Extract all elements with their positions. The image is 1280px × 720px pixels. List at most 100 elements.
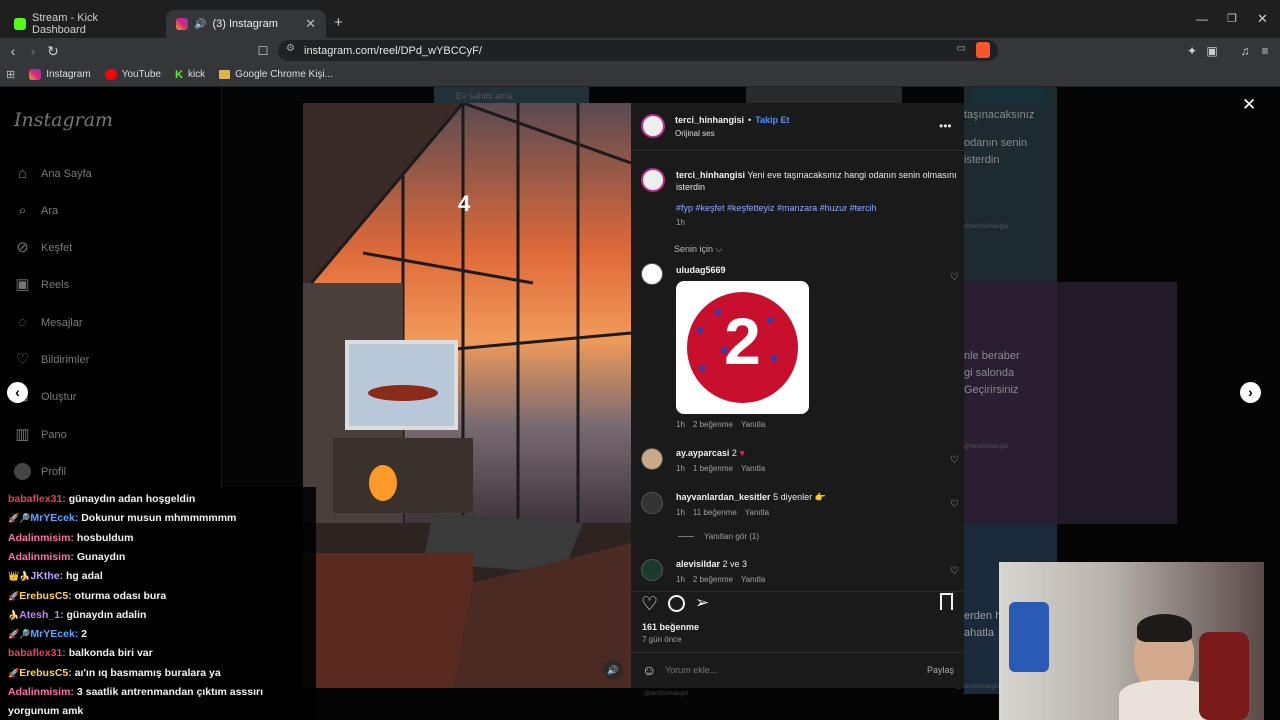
caption-username[interactable]: terci_hinhangisi <box>676 170 745 180</box>
bookmark-instagram[interactable]: Instagram <box>29 69 91 80</box>
chat-username[interactable]: ErebusC5: <box>19 667 72 679</box>
blue-heart-icon: ♥ <box>698 361 706 376</box>
blue-heart-icon: ♥ <box>714 305 722 320</box>
next-post-icon[interactable]: › <box>1240 382 1261 403</box>
chat-text: Dokunur musun mhmmmmmm <box>81 512 237 525</box>
nav-explore[interactable]: ⊘ Keşfet <box>14 239 72 256</box>
bookmark-kick[interactable]: K kick <box>175 69 205 81</box>
reply-button[interactable]: Yanıtla <box>745 508 769 517</box>
reload-icon[interactable]: ↻ <box>44 42 62 60</box>
author-avatar[interactable] <box>641 114 665 138</box>
post-comment-button[interactable]: Paylaş <box>927 665 954 675</box>
share-icon[interactable]: ➢ <box>695 593 709 613</box>
comment-body: alevisildar 2 ve 3 <box>676 559 747 569</box>
emoji-icon[interactable]: ☺ <box>642 662 656 678</box>
comment-icon[interactable] <box>668 595 685 612</box>
nav-reels[interactable]: ▣ Reels <box>14 276 69 293</box>
chat-username[interactable]: Adalinmisim: <box>8 686 74 698</box>
address-bar[interactable]: ⚙ instagram.com/reel/DPd_wYBCCyF/ ▭ <box>278 40 998 61</box>
comment-like-icon[interactable]: ♡ <box>950 452 959 466</box>
bookmark-youtube[interactable]: YouTube <box>104 69 161 80</box>
media-icon[interactable]: ♫ <box>1236 42 1254 60</box>
commenter-avatar[interactable] <box>641 448 663 470</box>
author-avatar[interactable] <box>641 168 665 192</box>
nav-dashboard[interactable]: ▥ Pano <box>14 426 66 443</box>
chat-username[interactable]: MrYEcek: <box>30 512 78 524</box>
nav-home[interactable]: ⌂ Ana Sayfa <box>14 165 92 182</box>
commenter-avatar[interactable] <box>641 263 663 285</box>
hashtags[interactable]: #fyp #keşfet #keşfetteyiz #manzara #huzu… <box>676 203 877 213</box>
comment-username[interactable]: ay.ayparcasi <box>676 448 729 458</box>
audio-label[interactable]: Orijinal ses <box>675 129 715 138</box>
comment-body: hayvanlardan_kesitler 5 diyenler 👉 <box>676 492 826 503</box>
brave-shield-icon[interactable] <box>976 42 990 58</box>
wallet-icon[interactable]: ▣ <box>1203 42 1221 60</box>
comment-likes[interactable]: 2 beğenme <box>693 420 733 429</box>
nav-label: Ara <box>41 204 59 217</box>
like-icon[interactable]: ♡ <box>641 593 658 616</box>
site-info-icon[interactable]: ⚙ <box>286 43 295 54</box>
extensions-icon[interactable]: ✦ <box>1183 42 1201 60</box>
apps-grid-icon[interactable]: ⊞ <box>6 68 15 81</box>
post-header: terci_hinhangisi • Takip Et <box>675 115 790 125</box>
stream-chat-overlay: babaflex31: günaydın adan hoşgeldin 🚀🔎MrY… <box>0 487 316 720</box>
comment-like-icon[interactable]: ♡ <box>950 269 959 283</box>
cast-icon[interactable]: ▭ <box>957 43 966 54</box>
view-replies-button[interactable]: Yanıtları gör (1) <box>678 532 759 541</box>
bookmark-chrome-profiles[interactable]: Google Chrome Kişi... <box>219 69 333 80</box>
chat-username[interactable]: Adalinmisim: <box>8 551 74 563</box>
comment-image[interactable]: 2 ♥ ♥ ♥ ♥ ♥ ♥ <box>676 281 809 414</box>
comment-username[interactable]: hayvanlardan_kesitler <box>676 492 771 502</box>
tab-kick-dashboard[interactable]: Stream - Kick Dashboard <box>4 10 164 38</box>
restore-icon[interactable]: ❐ <box>1227 12 1237 25</box>
chat-message: 🚀🔎MrYEcek: Dokunur musun mhmmmmmm <box>8 512 236 524</box>
comment-likes[interactable]: 2 beğenme <box>693 575 733 584</box>
mute-toggle-icon[interactable]: 🔊 <box>603 660 623 680</box>
likes-count[interactable]: 161 beğenme <box>642 622 699 632</box>
nav-profile[interactable]: Profil <box>14 463 66 480</box>
close-modal-icon[interactable]: ✕ <box>1242 95 1256 115</box>
follow-button[interactable]: Takip Et <box>755 115 789 125</box>
messenger-icon: ◌ <box>18 314 27 331</box>
new-tab-icon[interactable]: + <box>334 14 343 31</box>
close-window-icon[interactable]: ✕ <box>1257 11 1268 27</box>
reply-button[interactable]: Yanıtla <box>741 464 765 473</box>
reply-button[interactable]: Yanıtla <box>741 420 765 429</box>
commenter-avatar[interactable] <box>641 559 663 581</box>
comment-filter[interactable]: Senin için ⌵ <box>674 244 722 255</box>
chat-username[interactable]: Adalinmisim: <box>8 532 74 544</box>
chat-username[interactable]: babaflex31: <box>8 493 66 505</box>
comment-like-icon[interactable]: ♡ <box>950 563 959 577</box>
comment-username[interactable]: alevisildar <box>676 559 720 569</box>
save-icon[interactable] <box>940 593 953 610</box>
instagram-logo[interactable]: Instagram <box>14 109 113 131</box>
chat-username[interactable]: MrYEcek: <box>30 628 78 640</box>
bookmark-icon[interactable]: ☐ <box>254 42 272 60</box>
reel-video[interactable]: 4 🔊 <box>303 103 631 688</box>
more-options-icon[interactable]: ••• <box>939 119 952 133</box>
forward-icon[interactable]: › <box>24 42 42 60</box>
comment-like-icon[interactable]: ♡ <box>950 496 959 510</box>
nav-search[interactable]: ⌕ Ara <box>14 202 58 219</box>
chat-username[interactable]: ErebusC5: <box>19 590 72 602</box>
back-icon[interactable]: ‹ <box>4 42 22 60</box>
author-username[interactable]: terci_hinhangisi <box>675 115 744 125</box>
nav-label: Keşfet <box>41 241 73 254</box>
minimize-icon[interactable]: — <box>1196 12 1208 26</box>
close-tab-icon[interactable]: ✕ <box>305 16 316 32</box>
chat-username[interactable]: babaflex31: <box>8 647 66 659</box>
chat-username[interactable]: Atesh_1: <box>19 609 63 621</box>
bg-tile <box>973 87 1045 103</box>
nav-notifications[interactable]: ♡ Bildirimler <box>14 351 90 368</box>
comment-likes[interactable]: 1 beğenme <box>693 464 733 473</box>
comment-username[interactable]: uludag5669 <box>676 265 726 275</box>
comment-input[interactable] <box>665 660 915 680</box>
comment-likes[interactable]: 11 beğenme <box>693 508 737 517</box>
reply-button[interactable]: Yanıtla <box>741 575 765 584</box>
commenter-avatar[interactable] <box>641 492 663 514</box>
nav-messages[interactable]: ◌ Mesajlar <box>14 314 83 331</box>
menu-icon[interactable]: ≡ <box>1256 42 1274 60</box>
chat-username[interactable]: JKthe: <box>30 570 63 582</box>
tab-instagram[interactable]: 🔊 (3) Instagram ✕ <box>166 10 326 38</box>
previous-post-icon[interactable]: ‹ <box>7 382 28 403</box>
